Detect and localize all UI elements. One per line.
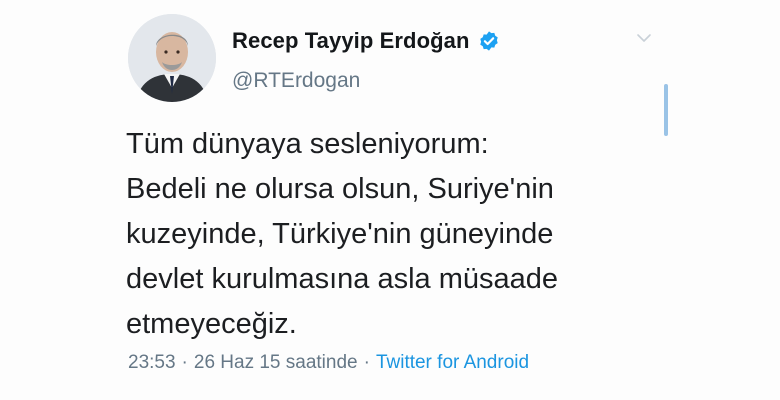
tweet-card[interactable]: Recep Tayyip Erdoğan @RTErdogan Tüm düny…: [0, 0, 780, 400]
tweet-text-line: Bedeli ne olursa olsun, Suriye'nin: [126, 173, 554, 205]
tweet-text-line: Tüm dünyaya sesleniyorum:: [126, 128, 489, 160]
tweet-text: Tüm dünyaya sesleniyorum: Bedeli ne olur…: [126, 122, 666, 347]
avatar[interactable]: [128, 14, 216, 102]
meta-separator: ·: [181, 352, 188, 373]
user-handle[interactable]: @RTErdogan: [232, 69, 360, 93]
meta-separator: ·: [363, 352, 370, 373]
tweet-text-line: etmeyeceğiz.: [126, 308, 297, 340]
tweet-source-link[interactable]: Twitter for Android: [376, 352, 529, 373]
tweet-date[interactable]: 26 Haz 15 saatinde: [194, 352, 358, 373]
tweet-text-line: kuzeyinde, Türkiye'nin güneyinde: [126, 218, 554, 250]
tweet-text-line: devlet kurulmasına asla müsaade: [126, 263, 559, 295]
verified-badge-icon: [478, 30, 500, 52]
display-name[interactable]: Recep Tayyip Erdoğan: [232, 28, 470, 54]
chevron-down-icon[interactable]: [636, 30, 652, 46]
tweet-time[interactable]: 23:53: [128, 352, 176, 373]
avatar-image: [128, 14, 216, 102]
tweet-meta: 23:53 · 26 Haz 15 saatinde · Twitter for And…: [128, 352, 529, 374]
author-name-row: Recep Tayyip Erdoğan: [232, 28, 500, 54]
page: Recep Tayyip Erdoğan @RTErdogan Tüm düny…: [0, 0, 780, 400]
